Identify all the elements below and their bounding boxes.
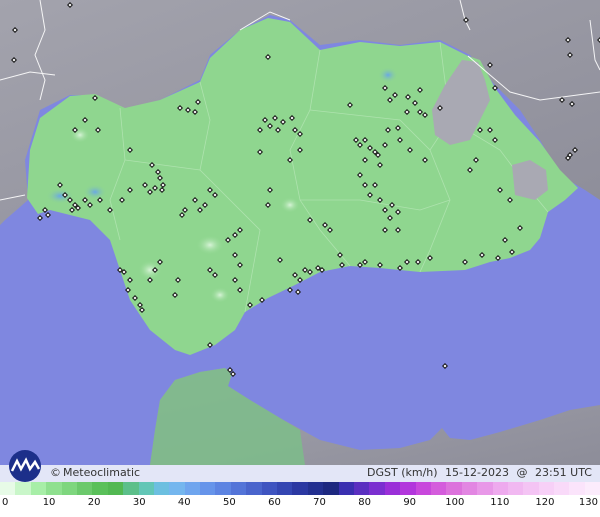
scale-tick-label: 110	[490, 497, 510, 508]
scale-tick-label: 70	[313, 497, 326, 508]
map-canvas	[0, 0, 600, 465]
scale-swatch	[230, 482, 247, 495]
meteoclimatic-logo	[9, 450, 41, 482]
scale-swatch	[215, 482, 231, 495]
copyright-symbol: ©	[50, 466, 61, 479]
scale-swatch	[446, 482, 462, 495]
calm-area	[280, 197, 300, 213]
gust-hotspot	[378, 67, 398, 83]
scale-swatch	[554, 482, 570, 495]
color-scale-bar	[0, 482, 600, 495]
scale-swatch	[569, 482, 585, 495]
map-caption: DGST (km/h) 15-12-2023 @ 23:51 UTC	[363, 466, 592, 479]
scale-swatch	[477, 482, 493, 495]
scale-swatch	[76, 482, 93, 495]
scale-swatch	[323, 482, 339, 495]
scale-tick-label: 30	[132, 497, 146, 508]
scale-tick-label: 60	[268, 497, 281, 508]
gust-hotspot	[83, 184, 107, 200]
scale-swatch	[92, 482, 108, 495]
scale-swatch	[461, 482, 478, 495]
color-scale: 0 10 20 30 40 50 60 70 80 90 100 110 120 130	[0, 482, 600, 517]
scale-tick-label: 10	[42, 497, 56, 508]
scale-tick-label: 100	[445, 497, 465, 508]
scale-swatch	[246, 482, 262, 495]
scale-swatch	[353, 482, 370, 495]
scale-swatch	[492, 482, 508, 495]
scale-swatch	[523, 482, 539, 495]
scale-swatch	[400, 482, 416, 495]
scale-swatch	[15, 482, 31, 495]
scale-swatch	[200, 482, 216, 495]
scale-swatch	[30, 482, 47, 495]
scale-swatch	[415, 482, 431, 495]
time-label: 23:51 UTC	[534, 466, 592, 479]
scale-tick-label: 130	[578, 497, 598, 508]
scale-swatch	[307, 482, 324, 495]
scale-swatch	[169, 482, 185, 495]
scale-tick-label: 90	[403, 497, 417, 508]
credit-name: Meteoclimatic	[63, 466, 141, 479]
scale-swatch	[430, 482, 447, 495]
scale-swatch	[277, 482, 293, 495]
scale-swatch	[123, 482, 139, 495]
scale-swatch	[107, 482, 124, 495]
scale-swatch	[184, 482, 201, 495]
calm-area	[210, 287, 230, 303]
scale-swatch	[292, 482, 308, 495]
scale-tick-label: 20	[87, 497, 101, 508]
scale-swatch	[61, 482, 77, 495]
scale-swatch	[507, 482, 524, 495]
scale-swatch	[384, 482, 401, 495]
scale-swatch	[46, 482, 62, 495]
parameter-label: DGST (km/h)	[367, 466, 438, 479]
scale-swatch	[338, 482, 354, 495]
scale-swatch	[584, 482, 600, 495]
scale-tick-label: 0	[2, 497, 9, 508]
scale-tick-label: 50	[223, 497, 236, 508]
weather-map: © Meteoclimatic DGST (km/h) 15-12-2023 @ …	[0, 0, 600, 517]
map-footer: © Meteoclimatic DGST (km/h) 15-12-2023 @ …	[0, 450, 600, 482]
scale-swatch	[0, 482, 16, 495]
scale-swatch	[138, 482, 154, 495]
calm-area	[196, 235, 224, 255]
scale-tick-label: 120	[535, 497, 555, 508]
date-label: 15-12-2023	[445, 466, 509, 479]
scale-tick-label: 40	[177, 497, 191, 508]
at-label: @	[516, 466, 528, 479]
scale-tick-label: 80	[358, 497, 371, 508]
scale-swatch	[153, 482, 170, 495]
scale-swatch	[538, 482, 555, 495]
credit-label: © Meteoclimatic	[50, 466, 140, 479]
scale-swatch	[369, 482, 385, 495]
scale-swatch	[261, 482, 278, 495]
